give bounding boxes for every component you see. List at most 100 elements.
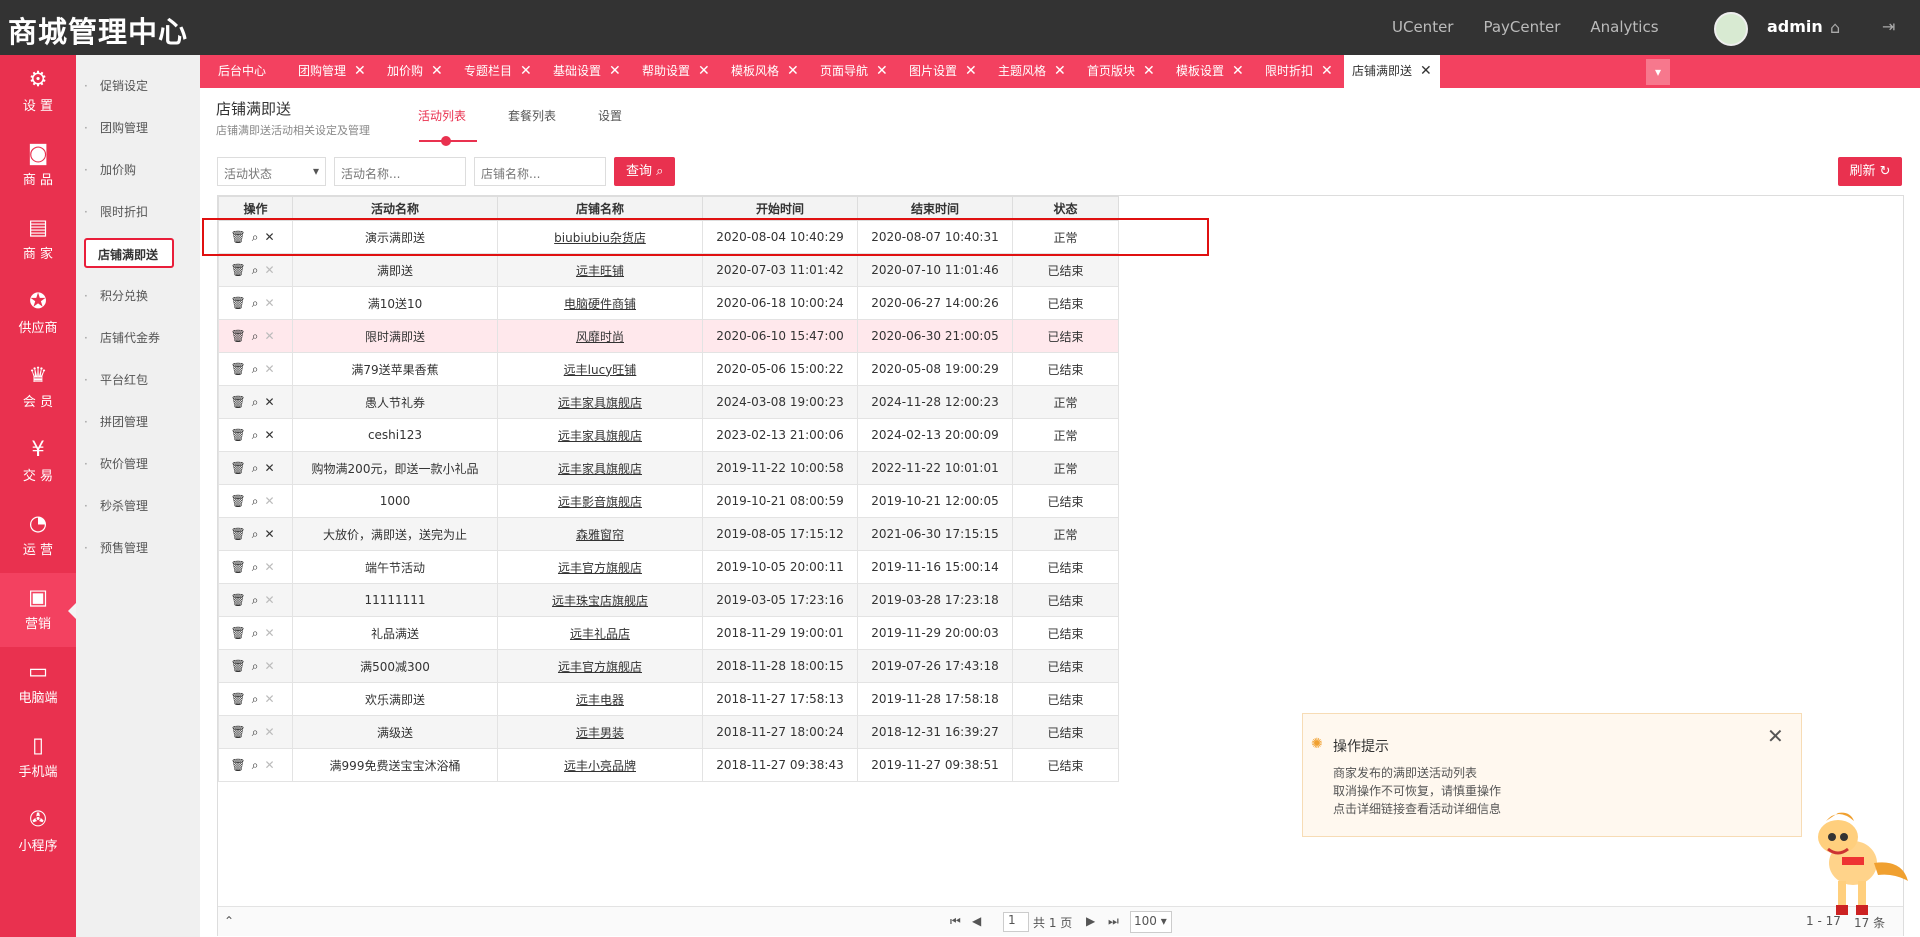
close-icon[interactable]: ✕ [431, 63, 443, 79]
tab[interactable]: 首页版块 ✕ [1087, 55, 1155, 88]
column-header[interactable]: 活动名称 [292, 196, 498, 221]
nav-operation[interactable]: ◔ 运 营 [0, 499, 76, 573]
status-select[interactable]: 活动状态 [217, 157, 326, 186]
shop-link[interactable]: 远丰电器 [576, 693, 624, 707]
paycenter-link[interactable]: PayCenter [1483, 18, 1560, 36]
search-icon[interactable]: ⌕ [252, 362, 265, 376]
avatar[interactable] [1714, 12, 1748, 46]
delete-icon[interactable]: 🗑 [230, 362, 251, 376]
chevron-down-icon[interactable]: ▾ [1646, 59, 1670, 85]
nav-supplier[interactable]: ✪ 供应商 [0, 277, 76, 351]
table-row[interactable]: 🗑⌕✕ 端午节活动 远丰官方旗舰店 2019-10-05 20:00:11 2019-1… [218, 550, 1119, 584]
subnav-item[interactable]: 平台红包 [76, 365, 200, 395]
tab[interactable]: 限时折扣 ✕ [1265, 55, 1333, 88]
close-icon[interactable]: ✕ [354, 63, 366, 79]
search-icon[interactable]: ⌕ [252, 593, 265, 607]
activity-name-input[interactable]: 活动名称... [334, 157, 466, 186]
shop-name-input[interactable]: 店铺名称... [474, 157, 606, 186]
subnav-item[interactable]: 砍价管理 [76, 449, 200, 479]
table-row[interactable]: 🗑⌕✕ 限时满即送 风靡时尚 2020-06-10 15:47:00 2020-06-3… [218, 319, 1119, 353]
shop-link[interactable]: 远丰小亮品牌 [564, 759, 636, 773]
shop-link[interactable]: biubiubiu杂货店 [554, 231, 646, 245]
delete-icon[interactable]: 🗑 [230, 461, 251, 475]
close-icon[interactable]: ✕ [1143, 63, 1155, 79]
shop-link[interactable]: 远丰官方旗舰店 [558, 660, 642, 674]
delete-icon[interactable]: 🗑 [230, 527, 251, 541]
logout-icon[interactable]: ⇥ [1882, 17, 1895, 36]
column-header[interactable]: 店铺名称 [497, 196, 703, 221]
subnav-item[interactable]: 积分兑换 [76, 281, 200, 311]
table-row[interactable]: 🗑⌕✕ 礼品满送 远丰礼品店 2018-11-29 19:00:01 2019-11-2… [218, 616, 1119, 650]
analytics-link[interactable]: Analytics [1590, 18, 1658, 36]
delete-icon[interactable]: 🗑 [230, 659, 251, 673]
shop-link[interactable]: 远丰家具旗舰店 [558, 462, 642, 476]
delete-icon[interactable]: 🗑 [230, 296, 251, 310]
delete-icon[interactable]: 🗑 [230, 494, 251, 508]
shop-link[interactable]: 远丰礼品店 [570, 627, 630, 641]
nav-mobile[interactable]: ▯ 手机端 [0, 721, 76, 795]
delete-icon[interactable]: 🗑 [230, 428, 251, 442]
table-row[interactable]: 🗑⌕✕ 满10送10 电脑硬件商铺 2020-06-18 10:00:24 2020-0… [218, 286, 1119, 320]
search-icon[interactable]: ⌕ [252, 461, 265, 475]
shop-link[interactable]: 远丰官方旗舰店 [558, 561, 642, 575]
delete-icon[interactable]: 🗑 [230, 725, 251, 739]
shop-link[interactable]: 远丰影音旗舰店 [558, 495, 642, 509]
delete-icon[interactable]: 🗑 [230, 593, 251, 607]
table-row[interactable]: 🗑⌕✕ 满即送 远丰旺铺 2020-07-03 11:01:42 2020-07-10 … [218, 253, 1119, 287]
delete-icon[interactable]: 🗑 [230, 758, 251, 772]
shop-link[interactable]: 风靡时尚 [576, 330, 624, 344]
subnav-item[interactable]: 店铺代金券 [76, 323, 200, 353]
search-icon[interactable]: ⌕ [252, 296, 265, 310]
close-icon[interactable]: ✕ [1420, 63, 1432, 79]
first-page-icon[interactable]: ⏮ [950, 914, 961, 929]
close-icon[interactable]: ✕ [1321, 63, 1333, 79]
tab[interactable]: 加价购 ✕ [387, 55, 443, 88]
subnav-item[interactable]: 加价购 [76, 155, 200, 185]
search-icon[interactable]: ⌕ [252, 758, 265, 772]
delete-icon[interactable]: 🗑 [230, 560, 251, 574]
refresh-button[interactable]: 刷新 ↻ [1838, 157, 1902, 186]
search-icon[interactable]: ⌕ [252, 692, 265, 706]
delete-icon[interactable]: 🗑 [230, 395, 251, 409]
nav-marketing[interactable]: ▣ 营销 [0, 573, 76, 647]
table-row[interactable]: 🗑⌕✕ 购物满200元，即送一款小礼品 远丰家具旗舰店 2019-11-22 10:0… [218, 451, 1119, 485]
tab-activity-list[interactable]: 活动列表 [418, 107, 466, 124]
search-icon[interactable]: ⌕ [252, 395, 265, 409]
page-input[interactable]: 1 [1003, 912, 1029, 932]
tab-settings[interactable]: 设置 [598, 107, 622, 124]
table-row[interactable]: 🗑⌕✕ 1000 远丰影音旗舰店 2019-10-21 08:00:59 2019-10… [218, 484, 1119, 518]
username[interactable]: admin [1767, 17, 1823, 36]
shop-link[interactable]: 森雅窗帘 [576, 528, 624, 542]
tab[interactable]: 基础设置 ✕ [553, 55, 621, 88]
search-icon[interactable]: ⌕ [252, 560, 265, 574]
close-icon[interactable]: ✕ [609, 63, 621, 79]
subnav-item-active[interactable]: 店铺满即送 [84, 238, 174, 268]
nav-settings[interactable]: ⚙ 设 置 [0, 55, 76, 129]
close-icon[interactable]: ✕ [1767, 724, 1784, 748]
shop-link[interactable]: 远丰珠宝店旗舰店 [552, 594, 648, 608]
nav-miniapp[interactable]: ✇ 小程序 [0, 795, 76, 869]
tab[interactable]: 专题栏目 ✕ [464, 55, 532, 88]
search-icon[interactable]: ⌕ [252, 659, 265, 673]
cancel-icon[interactable]: ✕ [264, 395, 280, 409]
subnav-item[interactable]: 限时折扣 [76, 197, 200, 227]
query-button[interactable]: 查询 ⌕ [614, 157, 676, 186]
nav-merchant[interactable]: ▤ 商 家 [0, 203, 76, 277]
tab[interactable]: 主题风格 ✕ [998, 55, 1066, 88]
search-icon[interactable]: ⌕ [252, 626, 265, 640]
collapse-icon[interactable]: ⌃ [224, 914, 234, 928]
shop-link[interactable]: 远丰男装 [576, 726, 624, 740]
tab[interactable]: 模板风格 ✕ [731, 55, 799, 88]
table-row[interactable]: 🗑⌕✕ 满79送苹果香蕉 远丰lucy旺铺 2020-05-06 15:00:22 20… [218, 352, 1119, 386]
delete-icon[interactable]: 🗑 [230, 263, 251, 277]
cancel-icon[interactable]: ✕ [264, 527, 280, 541]
tab-home[interactable]: 后台中心 [218, 55, 266, 88]
close-icon[interactable]: ✕ [965, 63, 977, 79]
home-icon[interactable]: ⌂ [1830, 18, 1840, 37]
delete-icon[interactable]: 🗑 [230, 626, 251, 640]
close-icon[interactable]: ✕ [876, 63, 888, 79]
search-icon[interactable]: ⌕ [252, 230, 265, 244]
ucenter-link[interactable]: UCenter [1392, 18, 1453, 36]
close-icon[interactable]: ✕ [520, 63, 532, 79]
nav-member[interactable]: ♛ 会 员 [0, 351, 76, 425]
